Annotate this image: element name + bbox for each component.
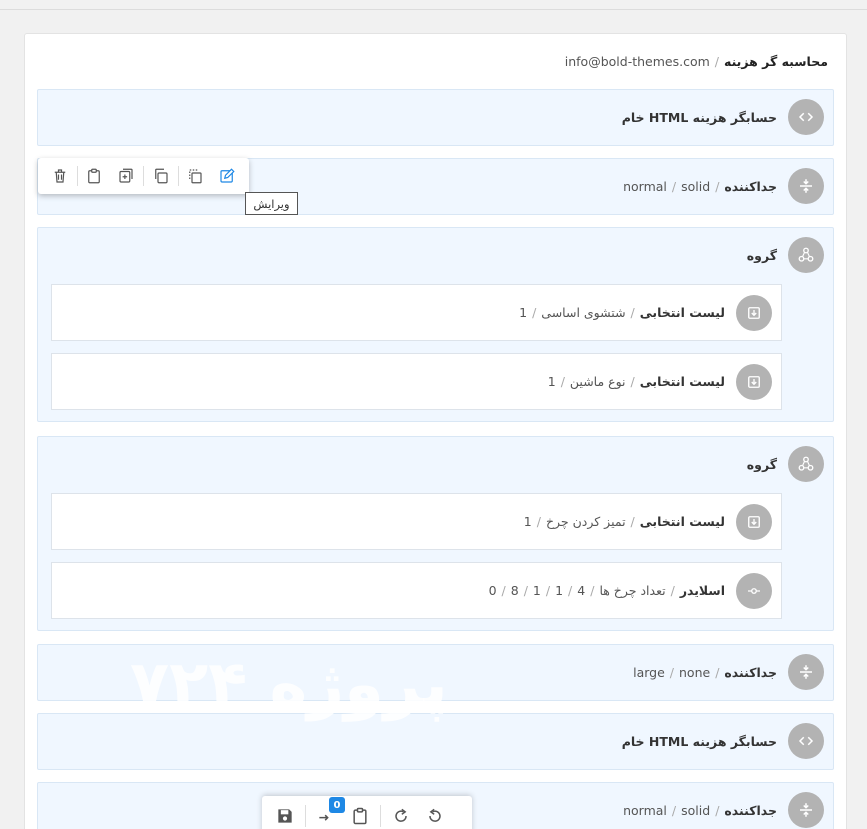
edit-button[interactable] [216, 164, 238, 188]
breadcrumb-email: info@bold-themes.com [564, 54, 710, 69]
paste-add-button[interactable] [115, 164, 137, 188]
separator-icon [788, 168, 824, 204]
clipboard-plus-icon [119, 168, 133, 183]
trash-icon [54, 169, 66, 183]
select-list-icon [736, 504, 772, 540]
select-list-item[interactable]: لیست انتخابی/شتشوی اساسی/1 [51, 284, 782, 341]
select-list-item[interactable]: لیست انتخابی/تمیز کردن چرخ/1 [51, 493, 782, 550]
import-button[interactable]: 0 [313, 797, 345, 829]
element-toolbar [38, 158, 249, 194]
clone-button[interactable] [185, 164, 207, 188]
select-list-icon [736, 295, 772, 331]
group-block-2[interactable]: گروه لیست انتخابی/تمیز کردن چرخ/1 اسلاید… [37, 436, 834, 631]
block-title: حسابگر هزینه HTML خام [621, 734, 777, 749]
redo-icon [395, 808, 407, 822]
select-list-icon [736, 364, 772, 400]
toolbar-divider [305, 805, 306, 827]
block-title: گروه [746, 248, 777, 263]
redo-button[interactable] [388, 803, 414, 829]
group-block-1[interactable]: گروه لیست انتخابی/شتشوی اساسی/1 لیست انت… [37, 227, 834, 422]
breadcrumb: محاسبه گر هزینه/info@bold-themes.com [564, 54, 828, 69]
bottom-toolbar: 0 [262, 796, 472, 829]
copy-button[interactable] [150, 164, 172, 188]
group-icon [788, 237, 824, 273]
toolbar-divider [177, 166, 179, 186]
toolbar-divider [380, 805, 381, 827]
top-divider [0, 9, 867, 10]
delete-button[interactable] [49, 164, 71, 188]
toolbar-divider [143, 166, 144, 186]
block-title: گروه [746, 457, 777, 472]
count-badge: 0 [329, 797, 345, 813]
duplicate-icon [189, 169, 203, 184]
toolbar-divider [76, 166, 78, 186]
code-icon [788, 723, 824, 759]
clipboard-icon [353, 807, 367, 825]
block-title: جداکننده [724, 179, 777, 194]
edit-tooltip: ویرایش [245, 192, 298, 215]
separator-icon [788, 792, 824, 828]
slider-icon [736, 573, 772, 609]
save-button[interactable] [272, 803, 298, 829]
watermark: پروژه ۷۲۴ [130, 648, 448, 722]
save-icon [278, 809, 292, 823]
group-icon [788, 446, 824, 482]
block-title: جداکننده [724, 665, 777, 680]
undo-button[interactable] [422, 803, 448, 829]
code-icon [788, 99, 824, 135]
select-list-item[interactable]: لیست انتخابی/نوع ماشین/1 [51, 353, 782, 410]
copy-icon [154, 168, 168, 184]
block-title: جداکننده [724, 803, 777, 818]
html-block-1[interactable]: حسابگر هزینه HTML خام [37, 89, 834, 146]
edit-icon [220, 168, 235, 183]
slider-item[interactable]: اسلایدر/تعداد چرخ ها/0/8/1/1/4 [51, 562, 782, 619]
block-title: حسابگر هزینه HTML خام [621, 110, 777, 125]
separator-icon [788, 654, 824, 690]
undo-icon [429, 808, 441, 822]
clipboard-button[interactable] [347, 803, 373, 829]
breadcrumb-title[interactable]: محاسبه گر هزینه [724, 54, 828, 69]
paste-button[interactable] [84, 164, 106, 188]
clipboard-icon [88, 168, 101, 184]
